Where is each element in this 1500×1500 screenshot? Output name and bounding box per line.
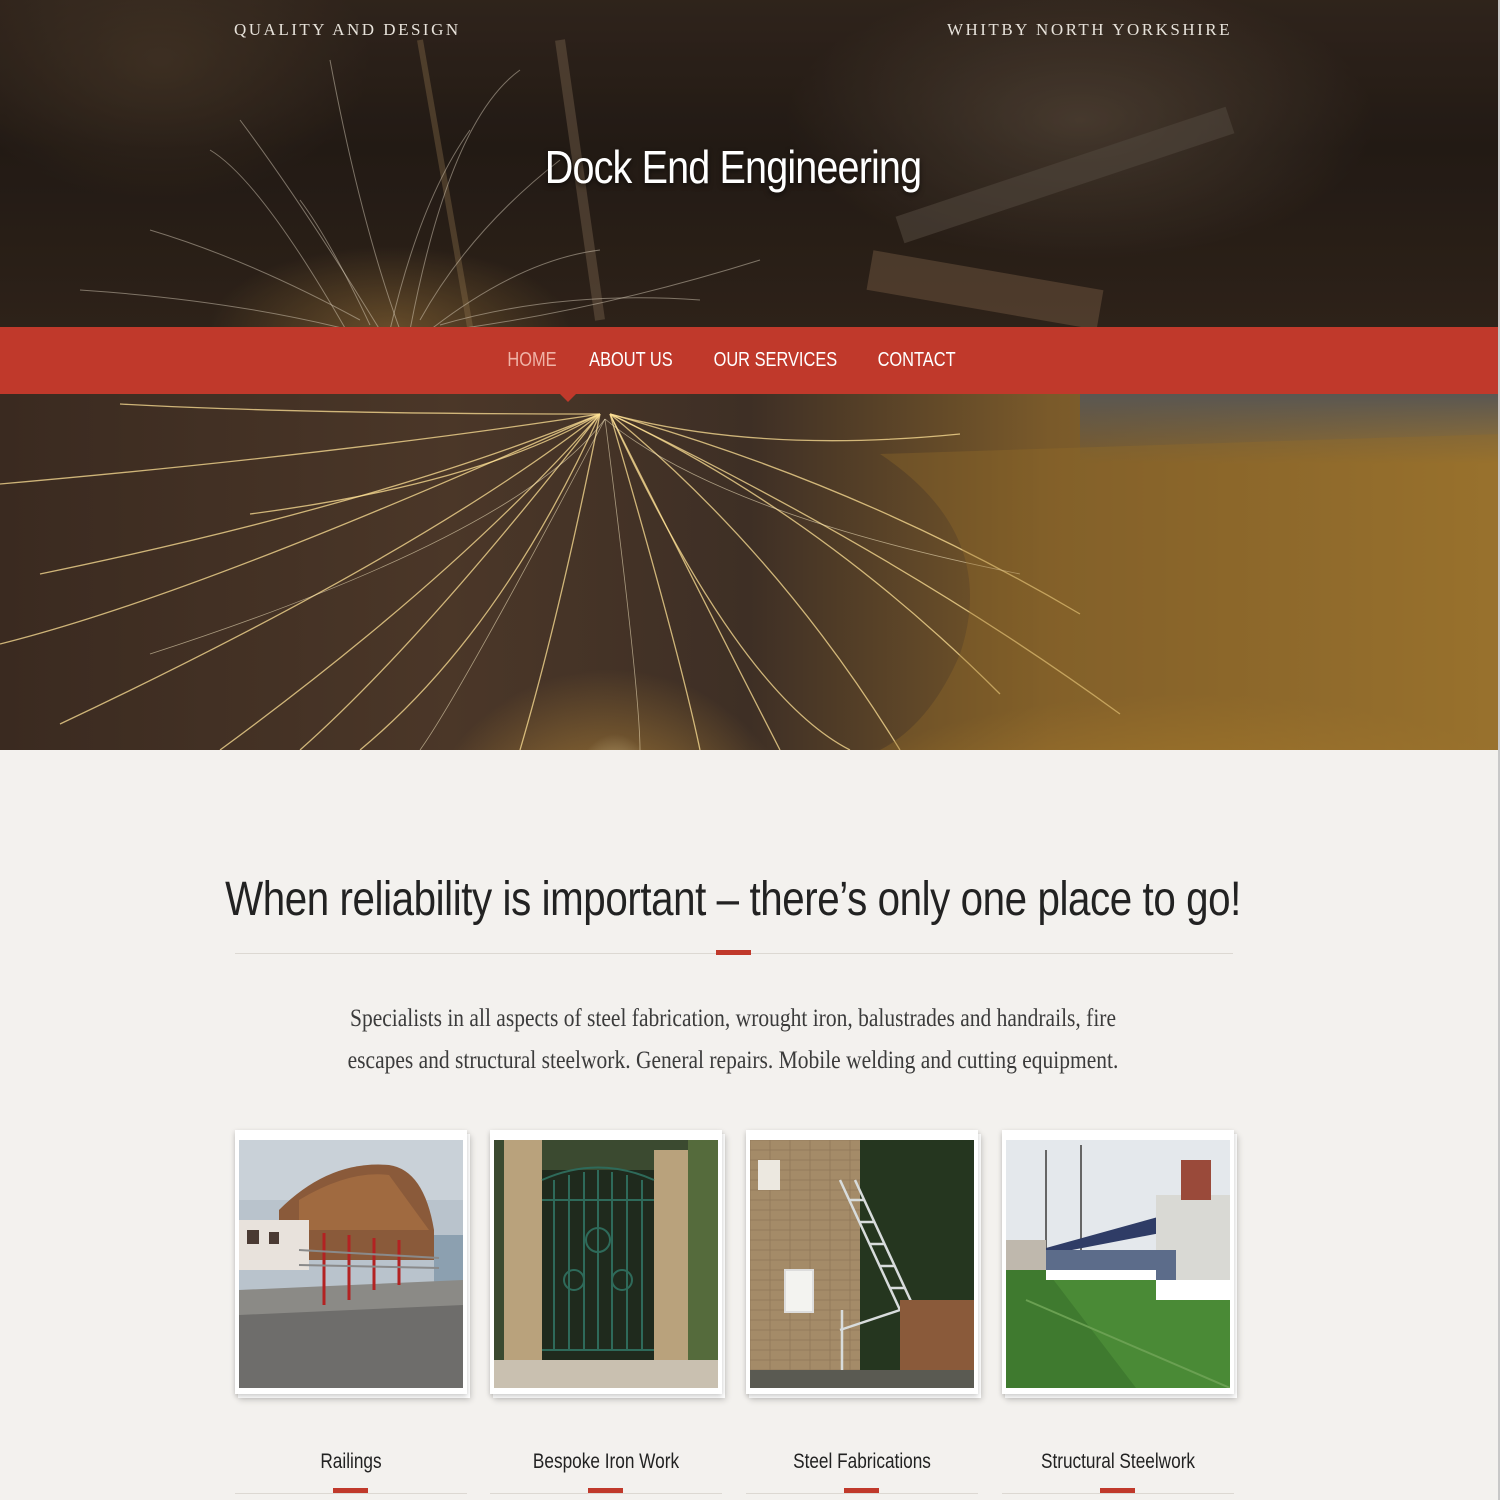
service-photo-frame[interactable] [746, 1130, 978, 1394]
page-headline: When reliability is important – there’s … [225, 873, 1241, 926]
service-divider [490, 1493, 722, 1494]
nav-item-our-services[interactable]: OUR SERVICES [714, 349, 838, 372]
sparks-graphic [0, 403, 1500, 750]
service-title-railings[interactable]: Railings [256, 1450, 446, 1474]
site-title[interactable]: Dock End Engineering [103, 140, 1364, 194]
tagline-right: WHITBY NORTH YORKSHIRE [946, 20, 1232, 39]
active-nav-indicator [560, 394, 576, 402]
service-divider [235, 1493, 467, 1494]
railings-photo[interactable] [239, 1140, 463, 1388]
nav-item-contact[interactable]: CONTACT [877, 349, 955, 372]
main-navigation: HOME ABOUT US OUR SERVICES CONTACT [0, 327, 1500, 394]
fire-escape-photo[interactable] [750, 1140, 974, 1388]
service-photo-frame[interactable] [1002, 1130, 1234, 1394]
iron-gate-photo[interactable] [494, 1140, 718, 1388]
services-grid: Railings Bespoke Iron Work Steel Fabrica… [0, 1130, 1500, 1500]
nav-item-home[interactable]: HOME [507, 349, 556, 372]
service-photo-frame[interactable] [235, 1130, 467, 1394]
service-divider [1002, 1493, 1234, 1494]
banner-image [0, 394, 1500, 750]
service-title-bespoke-iron-work[interactable]: Bespoke Iron Work [511, 1450, 701, 1474]
nav-item-about-us[interactable]: ABOUT US [589, 349, 673, 372]
service-title-structural-steelwork[interactable]: Structural Steelwork [1023, 1450, 1213, 1474]
tagline-left: QUALITY AND DESIGN [234, 20, 461, 39]
intro-text: Specialists in all aspects of steel fabr… [347, 1005, 1119, 1074]
hero-header: QUALITY AND DESIGN WHITBY NORTH YORKSHIR… [0, 0, 1500, 327]
service-photo-frame[interactable] [490, 1130, 722, 1394]
service-divider [746, 1493, 978, 1494]
headline-accent-bar [716, 950, 751, 955]
service-title-steel-fabrications[interactable]: Steel Fabrications [767, 1450, 957, 1474]
stadium-stand-photo[interactable] [1006, 1140, 1230, 1388]
